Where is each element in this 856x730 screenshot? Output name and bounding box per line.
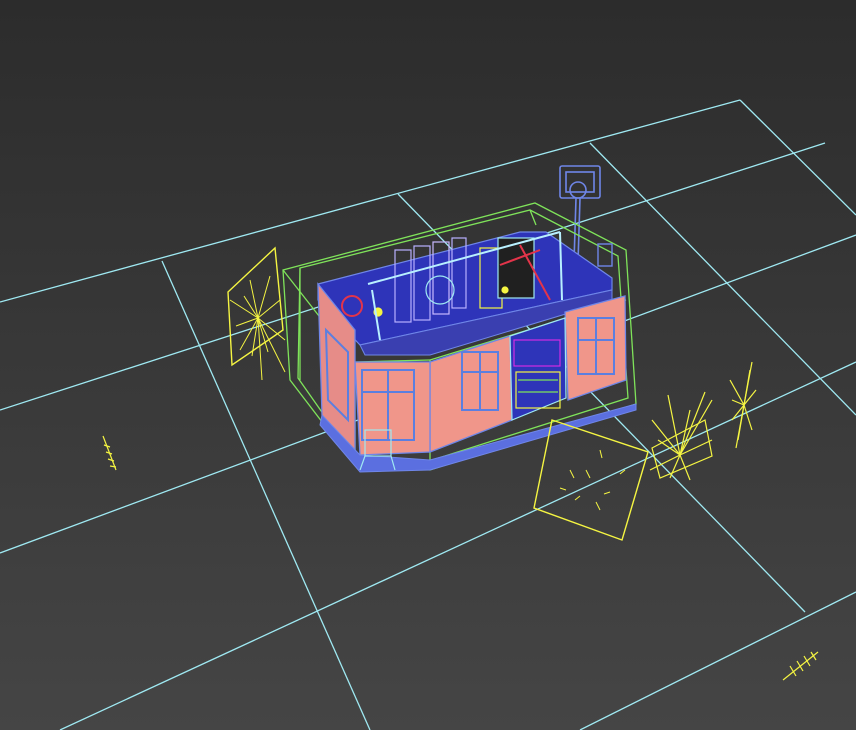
bay-wall [354,361,431,456]
scene-canvas[interactable] [0,0,856,730]
3d-viewport[interactable] [0,0,856,730]
